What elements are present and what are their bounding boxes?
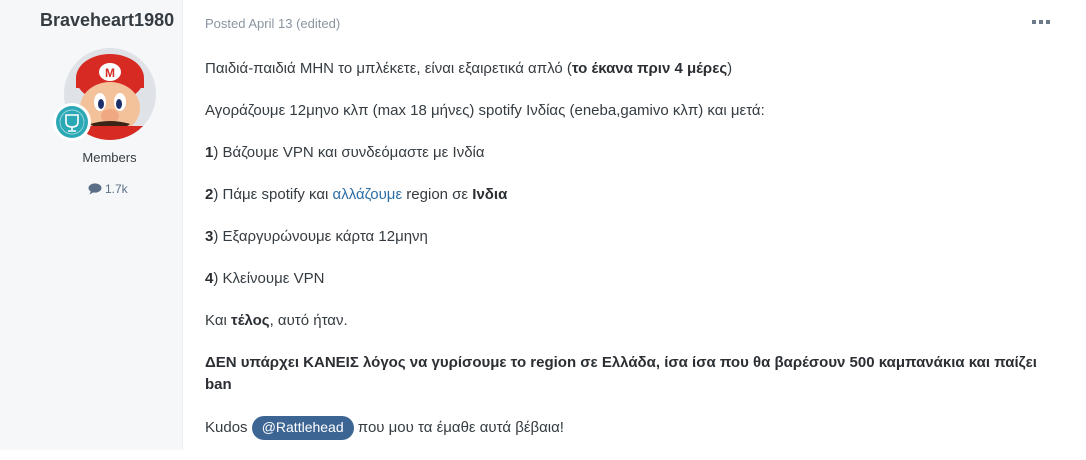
paragraph: Παιδιά-παιδιά ΜΗΝ το μπλέκετε, είναι εξα… xyxy=(205,60,733,77)
author-group: Members xyxy=(82,150,137,165)
paragraph: Αγοράζουμε 12μηνο κλπ (max 18 μήνες) spo… xyxy=(205,102,765,119)
comment-icon xyxy=(88,183,102,195)
svg-text:M: M xyxy=(105,66,115,80)
post-count[interactable]: 1.7k xyxy=(88,182,128,196)
paragraph: ΔΕΝ υπάρχει ΚΑΝΕΙΣ λόγος να γυρίσουμε το… xyxy=(205,354,1037,393)
post-meta: Posted April 13 (edited) xyxy=(205,16,340,31)
paragraph: Και τέλος, αυτό ήταν. xyxy=(205,312,348,329)
change-region-link[interactable]: αλλάζουμε xyxy=(333,186,403,203)
author-name-link[interactable]: Braveheart1980 xyxy=(40,10,174,31)
step-1: 1) Βάζουμε VPN και συνδεόμαστε με Ινδία xyxy=(205,144,485,161)
post-content: Παιδιά-παιδιά ΜΗΝ το μπλέκετε, είναι εξα… xyxy=(205,58,1065,460)
edited-label: (edited) xyxy=(296,16,341,31)
rank-badge-icon xyxy=(53,103,91,141)
paragraph: Kudos @Rattlehead που μου τα έμαθε αυτά … xyxy=(205,416,1065,440)
more-options-icon[interactable] xyxy=(1030,12,1052,32)
user-mention-link[interactable]: @Rattlehead xyxy=(251,416,354,440)
step-4: 4) Κλείνουμε VPN xyxy=(205,270,325,287)
step-2: 2) Πάμε spotify και αλλάζουμε region σε … xyxy=(205,186,508,203)
step-3: 3) Εξαργυρώνουμε κάρτα 12μηνη xyxy=(205,228,428,245)
post-count-value: 1.7k xyxy=(105,182,128,196)
post-date[interactable]: Posted April 13 xyxy=(205,16,292,31)
